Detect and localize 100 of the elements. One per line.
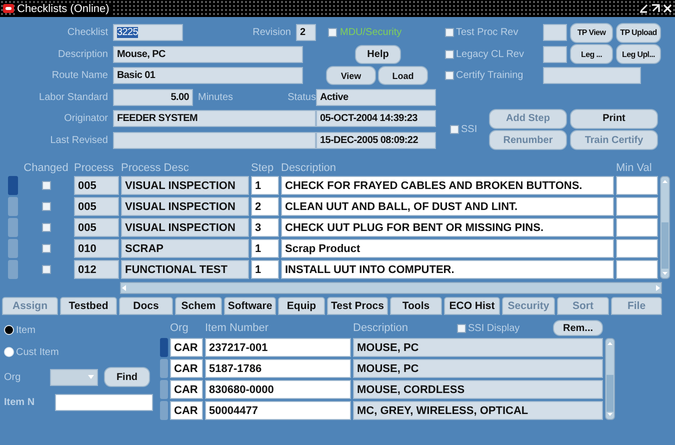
table-cell: INSTALL UUT INTO COMPUTER. xyxy=(281,260,614,279)
small-field[interactable] xyxy=(543,24,567,42)
field-label: Labor Standard xyxy=(38,92,108,103)
column-header: Process Desc xyxy=(121,162,190,174)
small-field[interactable] xyxy=(543,46,567,63)
tab[interactable]: Equip xyxy=(278,297,325,315)
table-cell: 1 xyxy=(251,260,279,279)
tab[interactable]: ECO Hist xyxy=(444,297,500,315)
date-field[interactable]: 05-OCT-2004 14:39:23 xyxy=(316,110,436,128)
checkbox[interactable] xyxy=(450,125,459,134)
tab[interactable]: Software xyxy=(224,297,276,315)
form-button[interactable]: Leg ... xyxy=(570,44,613,64)
find-button[interactable]: Find xyxy=(104,367,150,387)
table-cell: CAR xyxy=(170,401,203,420)
table-cell: MOUSE, CORDLESS xyxy=(353,380,603,399)
form-button[interactable]: TP View xyxy=(570,22,613,43)
certify-field[interactable] xyxy=(543,67,641,84)
checkbox[interactable] xyxy=(445,50,454,59)
table-cell: 237217-001 xyxy=(205,338,351,357)
scroll-left-icon[interactable] xyxy=(121,284,127,292)
description-field[interactable]: Mouse, PC xyxy=(113,46,303,63)
checkbox-label: Certify Training xyxy=(456,70,524,82)
checkbox[interactable] xyxy=(42,223,50,232)
table-cell: 2 xyxy=(251,197,279,216)
field-label: Status xyxy=(288,92,316,103)
tab[interactable]: Test Procs xyxy=(327,297,388,315)
table-cell: VISUAL INSPECTION xyxy=(121,176,249,195)
radio-label: Cust Item xyxy=(16,346,59,358)
last-revised-field[interactable] xyxy=(113,132,316,149)
horizontal-scrollbar[interactable] xyxy=(120,282,662,294)
column-header: Process xyxy=(74,162,115,174)
help-button[interactable]: Help xyxy=(355,44,401,64)
labor-standard-field[interactable]: 5.00 xyxy=(113,88,193,106)
table-cell: 3 xyxy=(251,218,279,237)
form-button[interactable]: Load xyxy=(378,66,428,86)
checkbox[interactable] xyxy=(42,244,50,253)
table-cell: CLEAN UUT AND BALL, OF DUST AND LINT. xyxy=(281,197,614,216)
table-cell: MOUSE, PC xyxy=(353,359,603,378)
table-cell xyxy=(616,197,658,216)
unit-label: Minutes xyxy=(198,92,234,103)
column-header: Description xyxy=(353,322,410,334)
field-label: Checklist xyxy=(66,27,108,38)
form-button[interactable]: Leg Upl... xyxy=(616,44,661,64)
org-dropdown[interactable] xyxy=(50,368,98,386)
field-label: Last Revised xyxy=(49,134,108,146)
checkbox[interactable] xyxy=(445,71,454,80)
revision-field[interactable]: 2 xyxy=(296,24,316,42)
route-name-field[interactable]: Basic 01 xyxy=(113,67,303,84)
scroll-right-icon[interactable] xyxy=(655,284,661,292)
checkbox-label: MDU/Security xyxy=(340,27,402,38)
checklist-field[interactable]: 3225 xyxy=(113,24,183,42)
field-label: Route Name xyxy=(50,70,108,82)
radio-button[interactable] xyxy=(4,347,14,357)
table-cell: 012 xyxy=(74,260,119,279)
checkbox[interactable] xyxy=(42,181,50,190)
table-cell: 005 xyxy=(74,218,119,237)
table-cell: MOUSE, PC xyxy=(353,338,603,357)
field-label: Description xyxy=(56,48,108,60)
column-header: Org xyxy=(170,322,190,334)
column-header: Description xyxy=(281,162,338,174)
field-label: Item N xyxy=(4,396,36,408)
tab[interactable]: Schem xyxy=(175,297,222,315)
table-cell: 1 xyxy=(251,176,279,195)
column-header: Step xyxy=(251,162,275,174)
checkbox[interactable] xyxy=(42,265,50,274)
rem-button[interactable]: Rem... xyxy=(553,320,603,336)
table-cell: CAR xyxy=(170,338,203,357)
tab[interactable]: Docs xyxy=(119,297,173,315)
checkbox[interactable] xyxy=(42,202,50,211)
minimize-icon[interactable] xyxy=(639,4,648,13)
column-header: Min Val xyxy=(616,162,653,174)
table-cell: CHECK FOR FRAYED CABLES AND BROKEN BUTTONS. xyxy=(281,176,614,195)
table-cell: 005 xyxy=(74,197,119,216)
originator-field[interactable]: FEEDER SYSTEM xyxy=(113,110,316,128)
close-icon[interactable] xyxy=(663,4,672,13)
checkbox-label: Legacy CL Rev xyxy=(456,48,524,60)
maximize-icon[interactable] xyxy=(651,4,660,13)
table-cell: VISUAL INSPECTION xyxy=(121,197,249,216)
app-logo-icon xyxy=(3,4,14,13)
form-button[interactable]: View xyxy=(326,66,376,86)
action-button[interactable]: Print xyxy=(570,108,658,129)
checkbox[interactable] xyxy=(457,324,466,332)
table-cell: 1 xyxy=(251,239,279,258)
vertical-scrollbar[interactable] xyxy=(660,176,670,279)
checkbox[interactable] xyxy=(328,28,337,38)
checkbox[interactable] xyxy=(445,28,454,38)
dropdown-arrow-icon xyxy=(88,375,94,379)
status-field[interactable]: Active xyxy=(316,88,436,106)
tab[interactable]: Tools xyxy=(390,297,442,315)
radio-button[interactable] xyxy=(4,325,14,335)
item-number-input[interactable] xyxy=(55,394,153,410)
form-button[interactable]: TP Upload xyxy=(616,22,661,43)
date-field[interactable]: 15-DEC-2005 08:09:22 xyxy=(316,132,436,149)
table-cell: MC, GREY, WIRELESS, OPTICAL xyxy=(353,401,603,420)
table-cell: 830680-0000 xyxy=(205,380,351,399)
table-cell: 50004477 xyxy=(205,401,351,420)
vertical-scrollbar[interactable] xyxy=(605,338,615,420)
tab[interactable]: Testbed xyxy=(60,297,117,315)
table-cell: 010 xyxy=(74,239,119,258)
table-cell: CAR xyxy=(170,359,203,378)
